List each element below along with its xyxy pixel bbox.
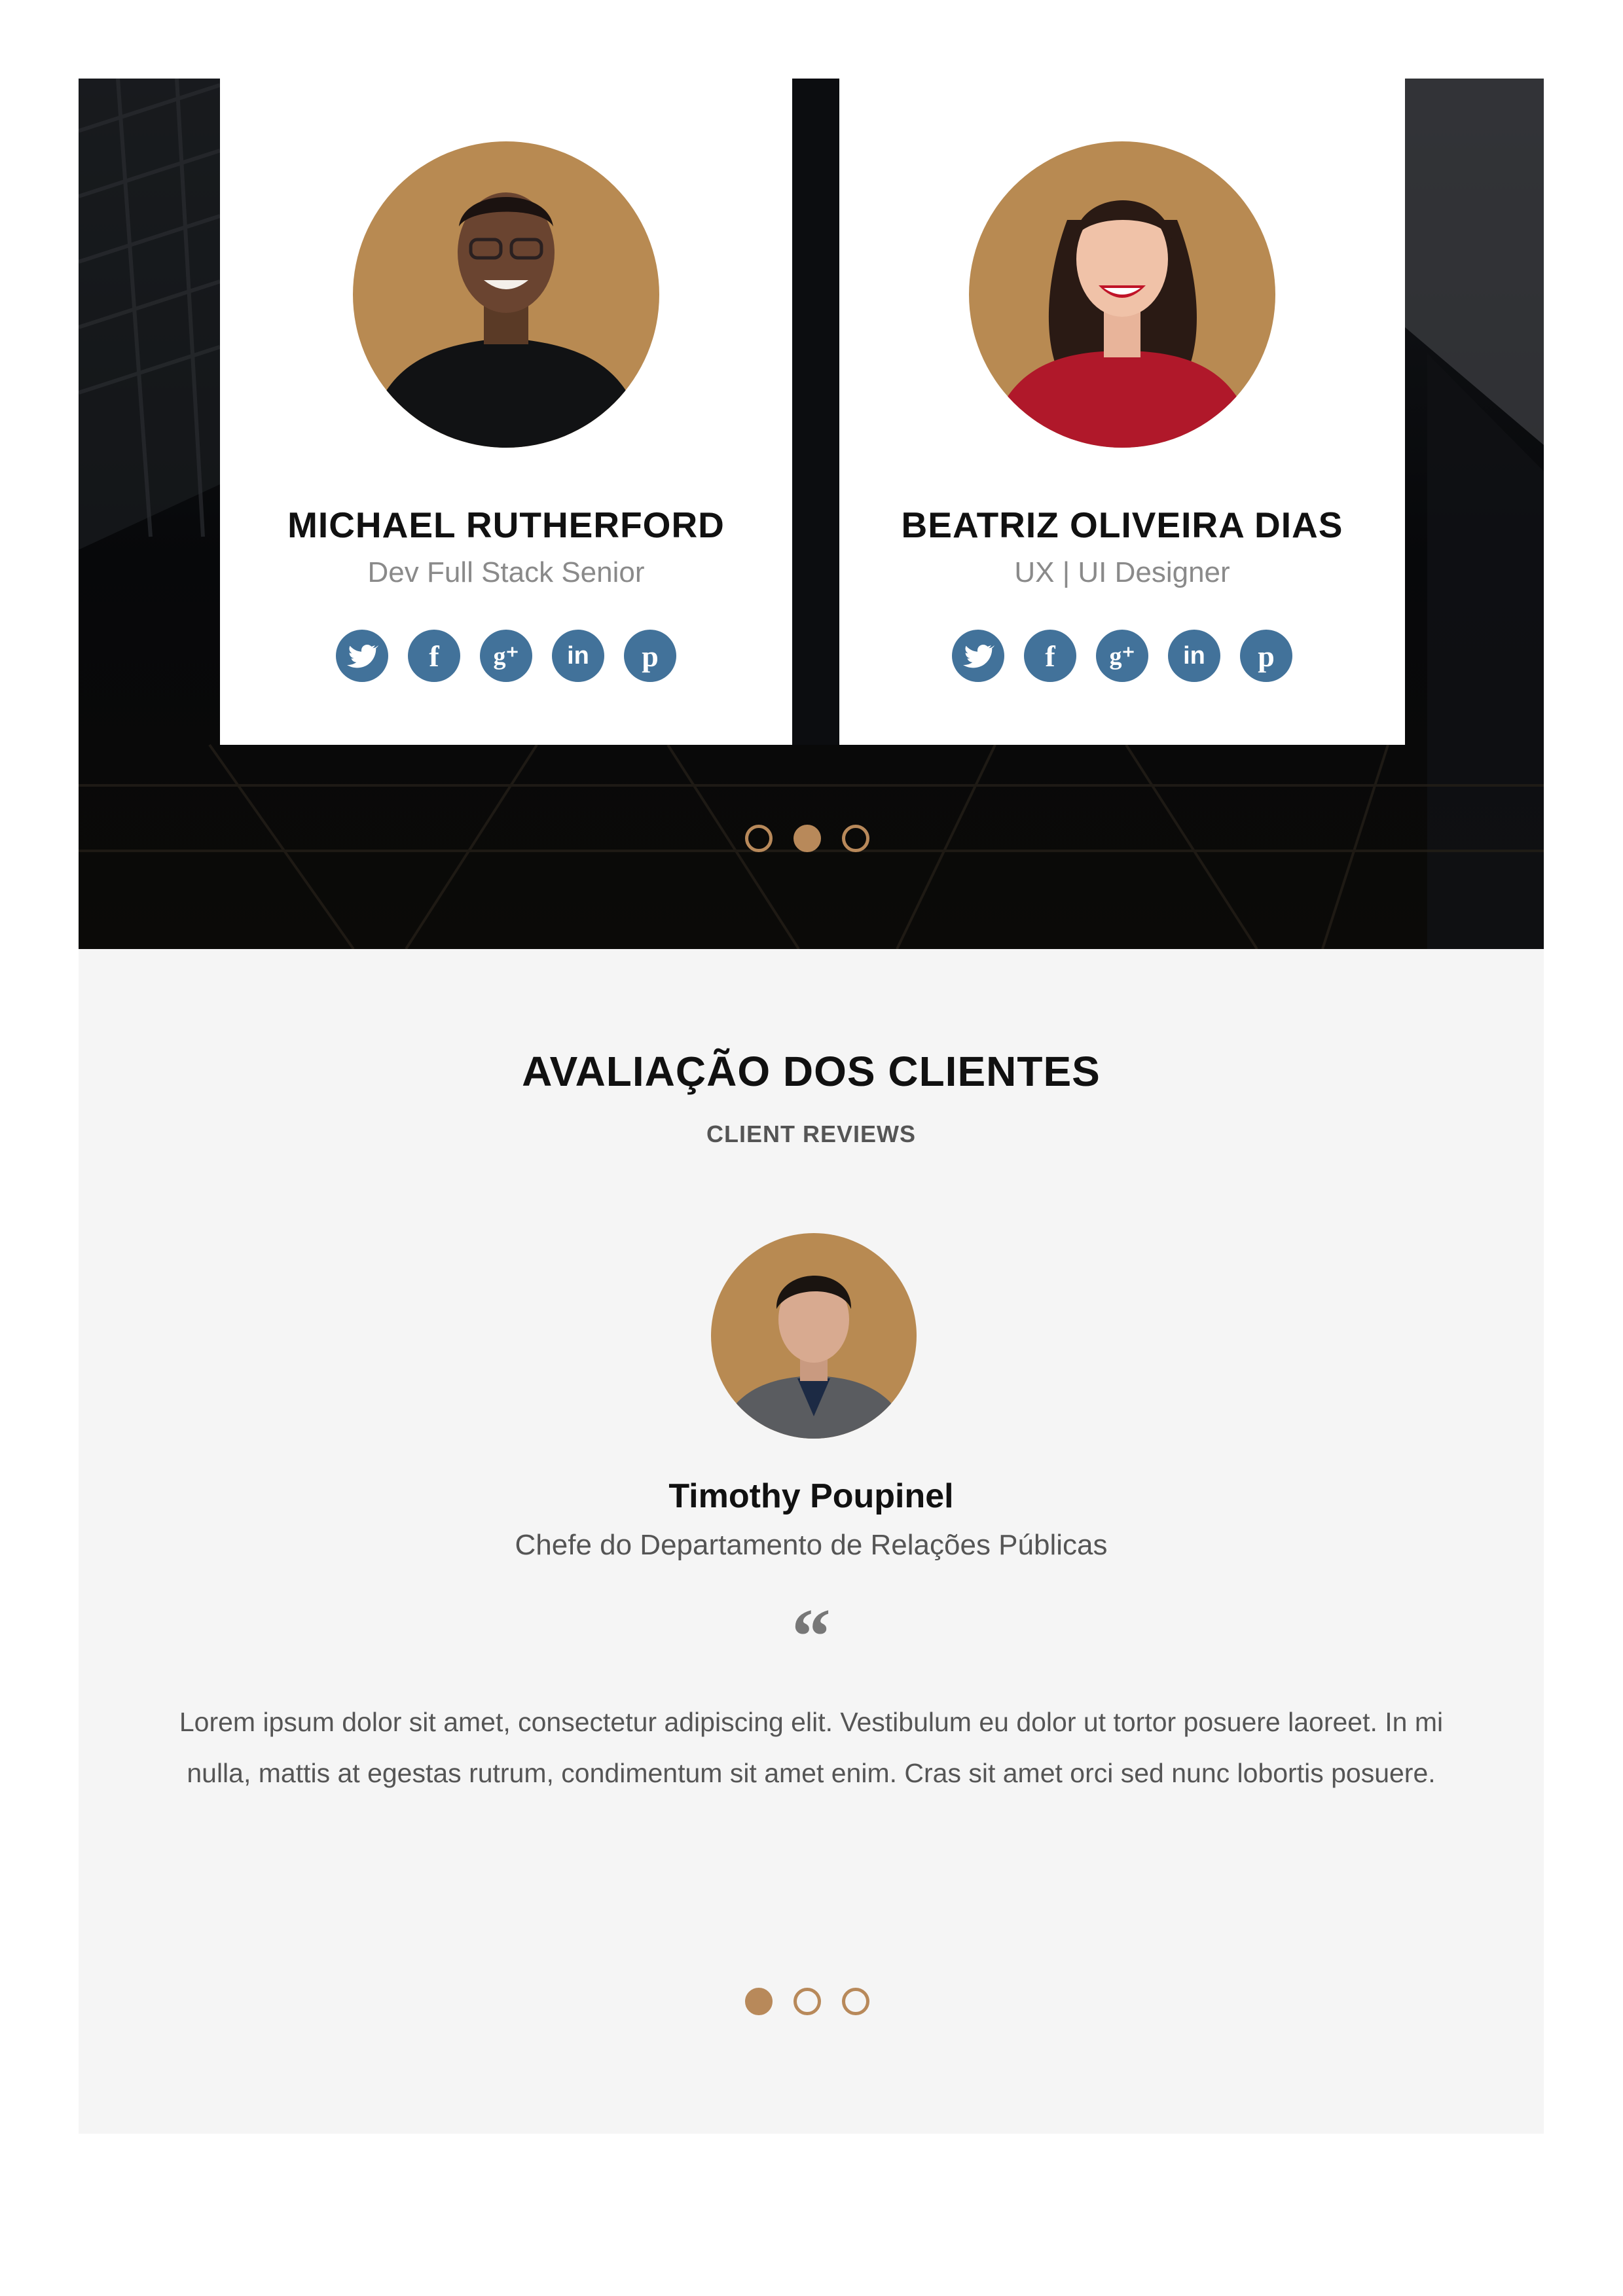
section-title: AVALIAÇÃO DOS CLIENTES: [522, 1048, 1101, 1095]
client-reviews-section: AVALIAÇÃO DOS CLIENTES CLIENT REVIEWS Ti…: [79, 949, 1544, 2134]
team-card-michael: MICHAEL RUTHERFORD Dev Full Stack Senior…: [220, 79, 792, 745]
carousel-dot[interactable]: [842, 1988, 869, 2015]
social-links: f g⁺ in p: [839, 630, 1405, 682]
twitter-icon[interactable]: [952, 630, 1004, 682]
google-plus-icon[interactable]: g⁺: [1096, 630, 1148, 682]
carousel-dot-active[interactable]: [745, 1988, 773, 2015]
carousel-dot[interactable]: [793, 1988, 821, 2015]
team-card-beatriz: BEATRIZ OLIVEIRA DIAS UX | UI Designer f…: [839, 79, 1405, 745]
team-carousel-pagination: [745, 825, 869, 852]
member-role: Dev Full Stack Senior: [367, 556, 645, 588]
member-name: BEATRIZ OLIVEIRA DIAS: [901, 505, 1343, 545]
member-name: MICHAEL RUTHERFORD: [287, 505, 725, 545]
google-plus-icon[interactable]: g⁺: [480, 630, 532, 682]
carousel-dot[interactable]: [842, 825, 869, 852]
member-photo-avatar: [969, 141, 1275, 448]
linkedin-icon[interactable]: in: [552, 630, 604, 682]
facebook-icon[interactable]: f: [1024, 630, 1076, 682]
team-section: MICHAEL RUTHERFORD Dev Full Stack Senior…: [79, 79, 1544, 949]
carousel-dot-active[interactable]: [793, 825, 821, 852]
pinterest-icon[interactable]: p: [624, 630, 676, 682]
member-photo-avatar: [353, 141, 659, 448]
section-subtitle: CLIENT REVIEWS: [706, 1121, 917, 1147]
linkedin-icon[interactable]: in: [1168, 630, 1220, 682]
client-avatar: [711, 1233, 917, 1439]
quote-icon: “: [792, 1592, 831, 1679]
social-links: f g⁺ in p: [220, 630, 792, 682]
client-role: Chefe do Departamento de Relações Públic…: [515, 1529, 1108, 1561]
facebook-icon[interactable]: f: [408, 630, 460, 682]
twitter-icon[interactable]: [336, 630, 388, 682]
carousel-dot[interactable]: [745, 825, 773, 852]
member-role: UX | UI Designer: [1014, 556, 1230, 588]
reviews-carousel-pagination: [745, 1988, 869, 2015]
pinterest-icon[interactable]: p: [1240, 630, 1292, 682]
client-name: Timothy Poupinel: [668, 1477, 954, 1515]
testimonial-text: Lorem ipsum dolor sit amet, consectetur …: [179, 1707, 1444, 1788]
